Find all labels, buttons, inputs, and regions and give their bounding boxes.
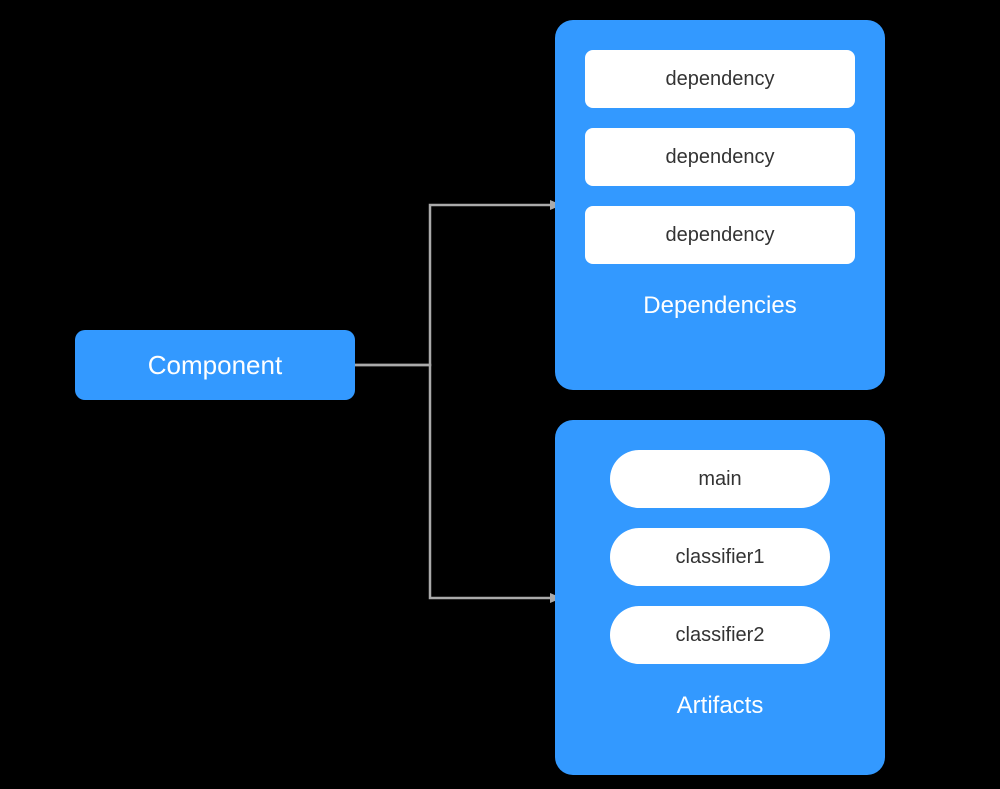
artifacts-group-label: Artifacts (677, 692, 764, 720)
artifacts-box: main classifier1 classifier2 Artifacts (555, 420, 885, 775)
dependencies-group-label: Dependencies (643, 292, 796, 320)
dependencies-box: dependency dependency dependency Depende… (555, 20, 885, 390)
dependency-item-1: dependency (585, 50, 855, 108)
canvas: Component dependency dependency dependen… (0, 0, 1000, 789)
artifact-item-2: classifier1 (610, 528, 830, 586)
artifact-item-1: main (610, 450, 830, 508)
component-label: Component (148, 350, 282, 381)
artifact-label-2: classifier1 (676, 546, 765, 569)
artifact-item-3: classifier2 (610, 606, 830, 664)
artifact-label-3: classifier2 (676, 624, 765, 647)
dependency-label-3: dependency (666, 224, 775, 247)
dependency-label-1: dependency (666, 68, 775, 91)
artifact-label-1: main (698, 468, 741, 491)
component-box: Component (75, 330, 355, 400)
dependency-item-3: dependency (585, 206, 855, 264)
dependency-label-2: dependency (666, 146, 775, 169)
dependency-item-2: dependency (585, 128, 855, 186)
